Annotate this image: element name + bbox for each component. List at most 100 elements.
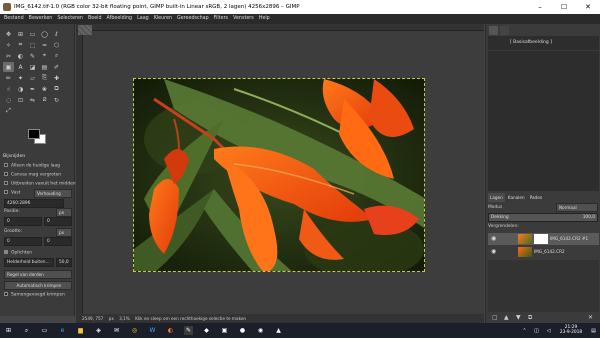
scale-icon[interactable]: ⤢ [3,106,14,116]
maximize-button[interactable]: ☐ [552,0,576,14]
fixed-mode-select[interactable]: Verhouding [34,189,72,198]
mail-icon[interactable]: ✉ [112,326,121,335]
tab-layers[interactable]: Lagen [488,193,505,202]
airbrush-icon[interactable]: ✦ [15,73,26,83]
ratio-input[interactable]: 4260:2896 [4,199,64,208]
tray-expand-icon[interactable]: ⌃ [520,326,529,335]
size-unit-select[interactable]: px [56,228,72,237]
quick-mask-icon[interactable] [78,25,92,35]
visibility-eye-icon[interactable]: ◉ [491,236,498,242]
unified-transform-icon[interactable]: ⬚ [27,40,38,50]
flip-icon[interactable]: ⇋ [27,95,38,105]
image-canvas[interactable] [133,78,425,272]
foreground-color-swatch[interactable] [28,129,40,139]
opacity-slider[interactable]: Dekking 100,0 [488,213,598,222]
paintbrush-icon[interactable]: ✐ [51,62,62,72]
notification-icon[interactable]: ▤ [589,326,598,335]
fixed-option[interactable]: Vast [4,190,20,196]
tab-paths[interactable]: Paden [527,193,545,202]
dodge-icon[interactable]: ◑ [15,84,26,94]
menu-beeld[interactable]: Beeld [88,16,102,21]
menu-help[interactable]: Help [259,16,270,21]
foreground-select-icon[interactable]: ◐ [15,51,26,61]
clock[interactable]: 21:29 23-9-2018 [556,325,586,335]
size-w-input[interactable]: 0 [4,237,42,246]
measure-icon[interactable]: ▣ [3,62,14,72]
duplicate-layer-icon[interactable]: ⧉ [528,314,532,322]
mypaint-icon[interactable]: ❀ [39,84,50,94]
menu-filters[interactable]: Filters [214,16,228,21]
ink-icon[interactable]: ✒ [27,84,38,94]
checkbox-icon[interactable] [4,190,8,194]
paths-icon[interactable]: ✎ [27,51,38,61]
fuzzy-select-icon[interactable]: ✧ [3,40,14,50]
highlight-opacity-input[interactable]: 50,0 [56,258,72,267]
menu-laag[interactable]: Laag [137,16,149,21]
tab-channels[interactable]: Kanalen [505,193,527,202]
menu-selecteren[interactable]: Selecteren [57,16,83,21]
shrink-merged-option[interactable]: Samengevoegd krimpen [4,292,65,298]
task-view-icon[interactable]: ▭ [40,326,49,335]
fill-icon[interactable]: ◪ [27,62,38,72]
gradient-icon[interactable]: ▤ [39,62,50,72]
rect-select-icon[interactable]: ▭ [27,29,38,39]
auto-shrink-button[interactable]: Automatisch krimpen [4,281,72,290]
file-explorer-icon[interactable]: ▆ [76,326,85,335]
volume-icon[interactable]: ◁ [544,326,553,335]
app4-icon[interactable]: ◉ [256,326,265,335]
new-layer-icon[interactable]: ▢ [492,314,498,321]
clone-icon[interactable]: ⎘ [39,73,50,83]
word-icon[interactable]: W [148,326,157,335]
chrome-icon[interactable]: ◎ [130,326,139,335]
mode-select[interactable]: Normaal [556,203,598,212]
delete-pixels-option[interactable]: Canvas mag vergroten [4,172,61,178]
menu-bestand[interactable]: Bestand [4,16,24,21]
minimize-button[interactable]: – [528,0,552,14]
smudge-icon[interactable]: ☝ [3,84,14,94]
checkbox-icon[interactable] [4,172,8,176]
menu-gereedschap[interactable]: Gereedschap [177,16,209,21]
pencil-icon[interactable]: ✏ [3,73,14,83]
position-unit-select[interactable]: px [56,208,72,217]
layer-row[interactable]: ◉ IMG_6142.CR2 #1 [488,233,599,245]
layer-row[interactable]: ◉ IMG_6142.CR2 [488,246,599,258]
checkbox-icon[interactable] [4,163,8,167]
checkbox-icon[interactable] [4,181,8,185]
menu-kleuren[interactable]: Kleuren [154,16,172,21]
checkbox-icon[interactable] [4,250,8,254]
app2-icon[interactable]: ▣ [220,326,229,335]
move-tool-icon[interactable]: ✥ [3,29,14,39]
lower-layer-icon[interactable]: ▼ [516,314,521,321]
close-button[interactable]: ✕ [576,0,600,14]
blur-icon[interactable]: ◌ [3,95,14,105]
store-icon[interactable]: ◈ [94,326,103,335]
guides-select[interactable]: Regel van derden [4,270,72,279]
pointer-tab-icon[interactable] [500,26,509,35]
warp-icon[interactable]: ≈ [39,40,50,50]
menu-bewerken[interactable]: Bewerken [29,16,53,21]
cage-icon[interactable]: ⬡ [51,40,62,50]
histogram-tab-icon[interactable] [489,26,498,35]
visibility-eye-icon[interactable]: ◉ [491,249,498,255]
delete-layer-icon[interactable]: ✕ [588,314,593,321]
position-y-input[interactable]: 0 [44,217,72,226]
highlight-select[interactable]: Helderheid buiten... [4,258,54,267]
shear-icon[interactable]: ⧄ [39,95,50,105]
raise-layer-icon[interactable]: ▲ [504,314,509,321]
zoom-select[interactable]: 3,1% [119,316,130,321]
gimp-taskbar-icon[interactable]: ✎ [184,326,193,335]
lasso-icon[interactable]: ℓ [51,29,62,39]
checkbox-icon[interactable] [4,292,8,296]
handle-transform-icon[interactable]: ⊡ [15,95,26,105]
highlight-option[interactable]: Oplichten [4,250,32,256]
color-picker-icon[interactable]: ⌖ [39,51,50,61]
firefox-icon[interactable]: ◐ [166,326,175,335]
perspective-clone-icon[interactable]: ⧉ [51,84,62,94]
start-icon[interactable]: ⊞ [4,326,13,335]
menu-afbeelding[interactable]: Afbeelding [107,16,133,21]
expand-center-option[interactable]: Uitbreiden vanuit het midden [4,181,76,187]
app5-icon[interactable]: ▲ [274,326,283,335]
search-icon[interactable]: ⌕ [22,326,31,335]
current-layer-option[interactable]: Alleen de huidige laag [4,163,60,169]
app-icon[interactable]: ◆ [202,326,211,335]
